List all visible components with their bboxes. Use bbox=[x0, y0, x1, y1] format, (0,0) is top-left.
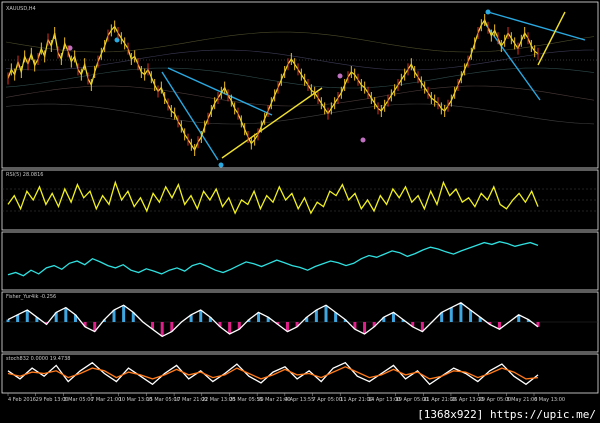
panel-label-stochastic: stoch832 0.0000 19.4738 bbox=[6, 356, 70, 362]
chart: XAUUSD,H4 RSI(5) 28.0816 Fisher_Yur4ik -… bbox=[1, 1, 599, 421]
x-tick-label: 3 May 21:00 bbox=[506, 397, 537, 403]
panel-frame-stochastic bbox=[1, 353, 599, 394]
fractal-marker bbox=[218, 162, 224, 168]
fisher-histogram-bar bbox=[64, 307, 68, 322]
fisher-histogram-bar bbox=[6, 319, 10, 322]
fisher-histogram-bar bbox=[122, 305, 126, 322]
watermark-text: [1368x922] https://upic.me/ bbox=[417, 408, 596, 421]
panel-label-price: XAUUSD,H4 bbox=[6, 6, 36, 12]
panel-frames bbox=[1, 1, 599, 394]
x-tick-label: 6 May 13:00 bbox=[534, 397, 565, 403]
fractal-marker bbox=[114, 37, 120, 43]
fractal-marker bbox=[360, 137, 366, 143]
x-tick-label: 7 Apr 05:00 bbox=[313, 397, 342, 403]
x-tick-label: 3 Mar 05:00 bbox=[63, 397, 93, 403]
x-tick-label: 4 Apr 13:55 bbox=[285, 397, 314, 403]
panel-label-rsi: RSI(5) 28.0816 bbox=[6, 172, 43, 178]
fisher-histogram-bar bbox=[324, 305, 328, 322]
fisher-histogram-bar bbox=[314, 310, 318, 322]
fisher-histogram-bar bbox=[199, 310, 203, 322]
fractal-marker bbox=[337, 73, 343, 79]
x-axis: 4 Feb 2016 29 Feb 13:003 Mar 05:007 Mar 2… bbox=[7, 393, 565, 403]
x-tick-label: 4 Feb 2016 bbox=[8, 397, 36, 403]
fisher-histogram-bar bbox=[449, 307, 453, 322]
fisher-histogram-bar bbox=[363, 322, 367, 334]
fisher-histogram-bar bbox=[228, 322, 232, 334]
fisher-histogram-bar bbox=[459, 302, 463, 322]
panel-label-fisher: Fisher_Yur4ik -0.256 bbox=[6, 294, 56, 300]
x-tick-label: 7 Mar 21:00 bbox=[91, 397, 121, 403]
fisher-histogram-bar bbox=[25, 310, 29, 322]
fisher-histogram-bar bbox=[160, 322, 164, 337]
panel-frame-bands bbox=[1, 231, 599, 291]
fisher-histogram-bar bbox=[469, 310, 473, 322]
fractal-marker bbox=[485, 9, 491, 15]
